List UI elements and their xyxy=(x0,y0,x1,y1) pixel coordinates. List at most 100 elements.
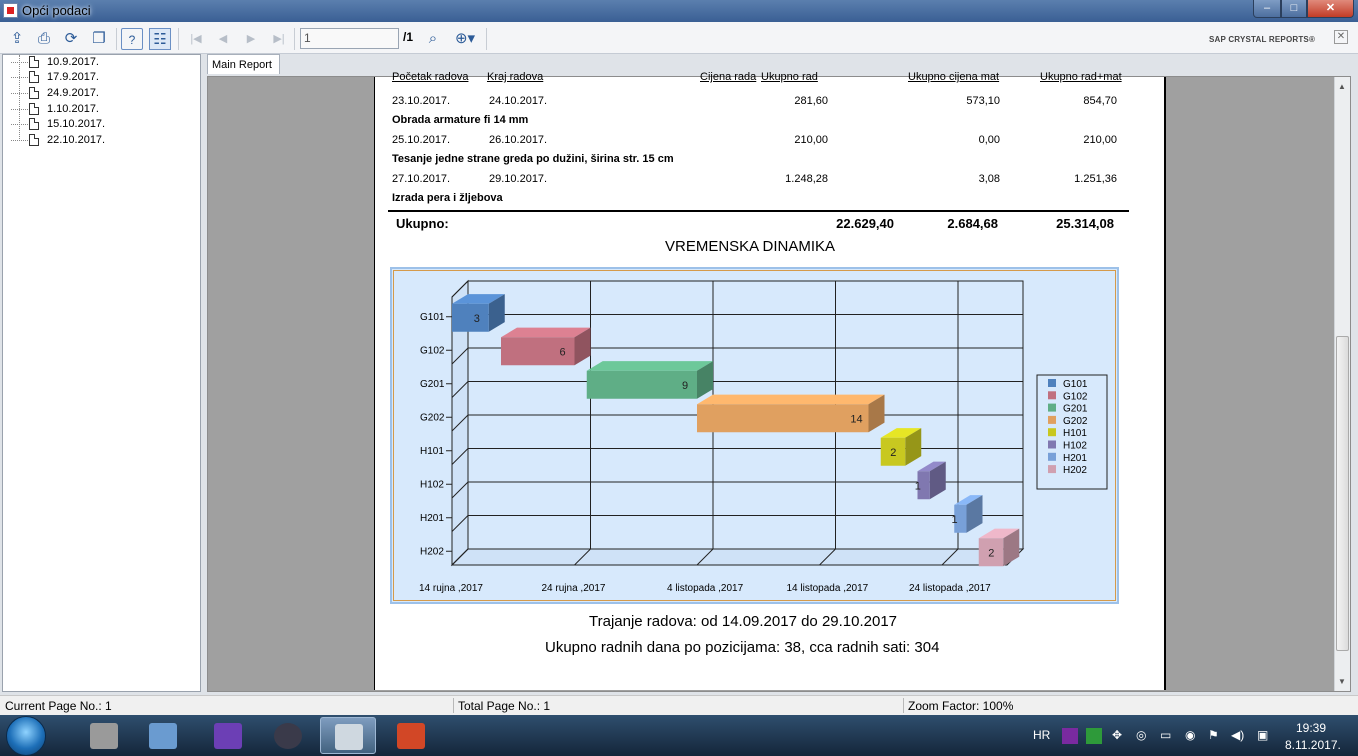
gantt-chart-svg: 14 rujna ,2017 24 rujna ,2017 4 listopada … xyxy=(419,279,1108,594)
windows-taskbar: HR ✥ ◎ ▭ ◉ ⚑ ◀) ▣ 19:39 8.11.2017. xyxy=(0,715,1358,756)
tree-item[interactable]: 22.10.2017. xyxy=(11,133,191,148)
skype-icon[interactable]: ◉ xyxy=(1185,728,1195,742)
tree-item[interactable]: 15.10.2017. xyxy=(11,117,191,132)
print-icon[interactable]: ⎙ xyxy=(33,28,55,50)
y-category-label: H202 xyxy=(420,546,444,557)
legend-swatch xyxy=(1048,428,1056,437)
scroll-thumb[interactable] xyxy=(1336,336,1349,651)
close-window-button[interactable]: ✕ xyxy=(1307,0,1354,18)
gantt-chart: 14 rujna ,2017 24 rujna ,2017 4 listopada … xyxy=(390,267,1119,604)
row-material-total: 573,10 xyxy=(966,95,1000,107)
toolbar-separator xyxy=(486,28,487,50)
column-header: Kraj radova xyxy=(487,71,544,83)
taskbar-app-button[interactable] xyxy=(383,717,439,754)
status-separator xyxy=(453,698,454,713)
clock-time[interactable]: 19:39 xyxy=(1296,721,1326,735)
help-icon[interactable]: ? xyxy=(121,28,143,50)
page-total-label: /1 xyxy=(403,30,414,44)
tray-app-icon[interactable]: ◎ xyxy=(1136,728,1146,742)
x-tick-label: 14 listopada ,2017 xyxy=(787,583,869,594)
last-page-icon[interactable]: ▶| xyxy=(268,28,290,50)
gantt-bar-value-label: 2 xyxy=(988,547,994,559)
clock-date[interactable]: 8.11.2017. xyxy=(1285,738,1341,752)
taskbar-app-button[interactable] xyxy=(200,717,256,754)
legend-label: H102 xyxy=(1063,441,1087,452)
brand-label: SAP CRYSTAL REPORTS® xyxy=(1209,35,1316,44)
app-icon xyxy=(274,723,302,749)
gantt-bar-value-label: 2 xyxy=(890,447,896,459)
next-page-icon[interactable]: ▶ xyxy=(240,28,262,50)
start-button[interactable] xyxy=(6,716,46,756)
y-category-label: H101 xyxy=(420,446,444,457)
gantt-bar xyxy=(697,404,869,433)
y-category-label: G101 xyxy=(420,312,445,323)
previous-page-icon[interactable]: ◀ xyxy=(212,28,234,50)
zoom-status: Zoom Factor: 100% xyxy=(908,699,1014,713)
copy-icon[interactable]: ❐ xyxy=(88,28,110,50)
column-header: Početak radova xyxy=(392,71,469,83)
document-icon xyxy=(29,56,39,68)
legend-swatch xyxy=(1048,465,1056,474)
refresh-icon[interactable]: ⟳ xyxy=(60,28,82,50)
flag-icon[interactable]: ⚑ xyxy=(1208,728,1219,742)
language-indicator[interactable]: HR xyxy=(1033,728,1050,742)
tree-item[interactable]: 1.10.2017. xyxy=(11,102,191,117)
chart-floor xyxy=(450,548,1025,566)
document-icon xyxy=(29,134,39,146)
legend-swatch xyxy=(1048,415,1056,424)
vertical-scrollbar[interactable]: ▲ ▼ xyxy=(1334,77,1350,691)
gantt-bar xyxy=(586,370,697,399)
toggle-group-tree-icon[interactable]: ☷ xyxy=(149,28,171,50)
scroll-up-arrow-icon[interactable]: ▲ xyxy=(1338,82,1346,91)
gantt-bar-value-label: 3 xyxy=(474,313,480,325)
app-icon xyxy=(3,3,18,18)
network-icon[interactable]: ▭ xyxy=(1160,728,1171,742)
binoculars-icon[interactable]: ⌕ xyxy=(422,28,444,50)
report-page: Početak radova Kraj radova Cijena rada U… xyxy=(374,71,1166,690)
taskbar-app-button[interactable] xyxy=(135,717,191,754)
taskbar-app-button-active[interactable] xyxy=(320,717,376,754)
first-page-icon[interactable]: |◀ xyxy=(185,28,207,50)
tree-item[interactable]: 17.9.2017. xyxy=(11,70,191,85)
scroll-down-arrow-icon[interactable]: ▼ xyxy=(1338,677,1346,686)
minimize-button[interactable]: – xyxy=(1253,0,1281,18)
row-description: Tesanje jedne strane greda po dužini, ši… xyxy=(392,153,674,165)
usb-icon[interactable]: ▣ xyxy=(1257,728,1268,742)
taskbar-app-button[interactable] xyxy=(260,717,316,754)
total-label: Ukupno: xyxy=(396,216,449,231)
onenote-icon[interactable] xyxy=(1062,728,1078,744)
tree-item[interactable]: 10.9.2017. xyxy=(11,55,191,70)
row-work-total: 281,60 xyxy=(794,95,828,107)
gantt-bar-value-label: 9 xyxy=(682,380,688,392)
taskbar-app-button[interactable] xyxy=(76,717,132,754)
row-material-total: 0,00 xyxy=(978,134,1000,146)
legend-swatch xyxy=(1048,452,1056,461)
y-category-label: G102 xyxy=(420,345,445,356)
visual-studio-icon xyxy=(214,723,242,749)
row-start-date: 27.10.2017. xyxy=(392,173,451,185)
zoom-dropdown-icon[interactable]: ⊕▾ xyxy=(450,28,480,50)
x-tick-label: 24 listopada ,2017 xyxy=(909,583,991,594)
row-material-total: 3,08 xyxy=(978,173,1000,185)
page-number-input[interactable]: 1 xyxy=(300,28,399,49)
window-title-bar[interactable]: Opći podaci – □ ✕ xyxy=(0,0,1358,22)
row-start-date: 23.10.2017. xyxy=(392,95,451,107)
dropbox-icon[interactable]: ✥ xyxy=(1112,728,1122,742)
tray-app-icon[interactable] xyxy=(1086,728,1102,744)
gantt-bar xyxy=(452,303,489,332)
export-icon[interactable]: ⇪ xyxy=(6,28,28,50)
legend-label: G201 xyxy=(1063,404,1088,415)
tree-item[interactable]: 24.9.2017. xyxy=(11,86,191,101)
volume-icon[interactable]: ◀) xyxy=(1231,728,1244,742)
document-icon xyxy=(29,87,39,99)
tab-main-report[interactable]: Main Report xyxy=(207,54,280,74)
legend-swatch xyxy=(1048,391,1056,400)
row-start-date: 25.10.2017. xyxy=(392,134,451,146)
duration-text: Trajanje radova: od 14.09.2017 do 29.10.… xyxy=(589,613,898,630)
close-view-button[interactable]: ✕ xyxy=(1334,30,1348,44)
row-end-date: 24.10.2017. xyxy=(489,95,548,107)
group-tree-panel: 10.9.2017. 17.9.2017. 24.9.2017. 1.10.20… xyxy=(2,54,201,692)
current-page-status: Current Page No.: 1 xyxy=(5,699,112,713)
maximize-button[interactable]: □ xyxy=(1281,0,1307,18)
legend-label: G101 xyxy=(1063,379,1088,390)
